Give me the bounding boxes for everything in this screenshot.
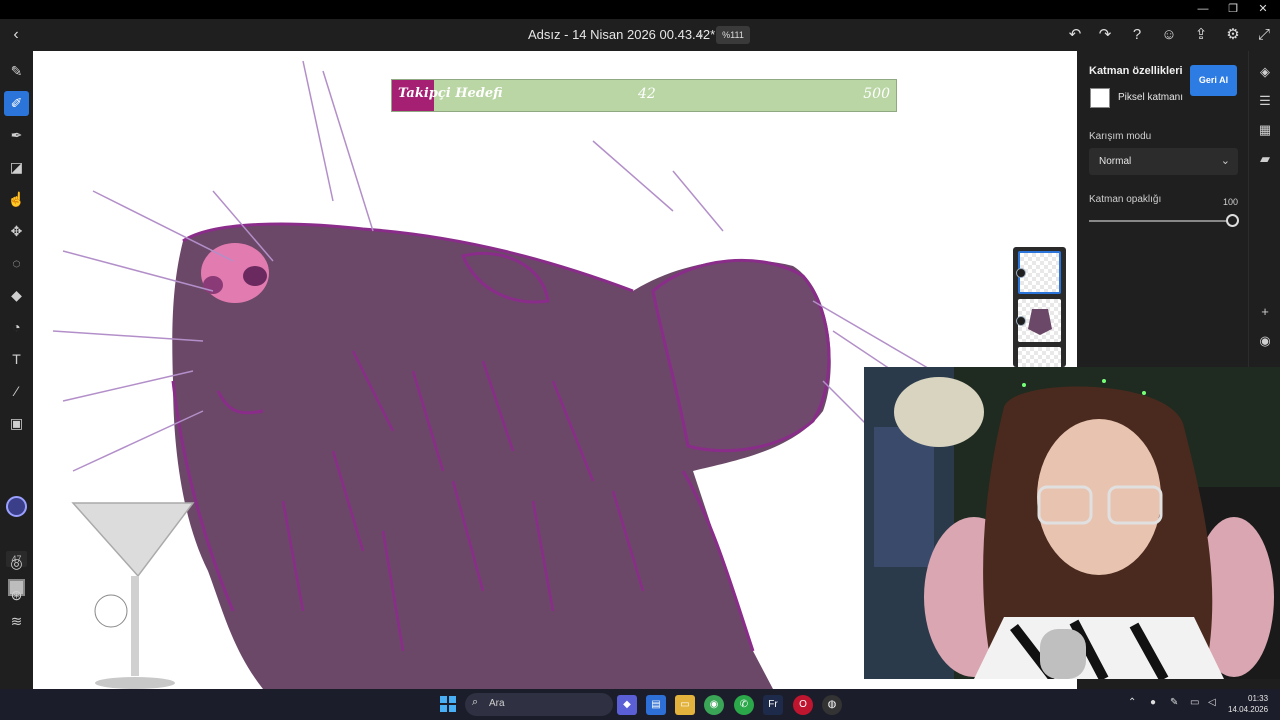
shape-tool-icon[interactable]: ◔: [4, 315, 29, 340]
blend-mode-value: Normal: [1099, 156, 1132, 167]
panel-title: Katman özellikleri: [1089, 65, 1183, 77]
help-icon[interactable]: ?: [1126, 24, 1148, 46]
undo-icon[interactable]: ↶: [1064, 24, 1086, 46]
smudge-tool-icon[interactable]: ☝: [4, 187, 29, 212]
blend-mode-label: Karışım modu: [1089, 131, 1152, 142]
eye-icon[interactable]: ◉: [1254, 330, 1276, 352]
tray-overflow-icon[interactable]: ⌃: [1128, 697, 1136, 708]
undo-button[interactable]: Geri Al: [1190, 65, 1237, 96]
zoom-level[interactable]: %111: [716, 26, 750, 44]
chevron-down-icon[interactable]: ⌄: [696, 27, 705, 40]
layer-properties-panel: Katman özellikleri Geri Al Piksel katman…: [1077, 51, 1248, 367]
brush-settings-icon[interactable]: ≋: [4, 609, 29, 634]
copilot-icon[interactable]: ◆: [617, 695, 637, 715]
opacity-slider-knob[interactable]: [1226, 214, 1239, 227]
pressure-icon[interactable]: ⊛: [4, 583, 29, 608]
layers-icon[interactable]: ◈: [1254, 61, 1276, 83]
search-placeholder: Ara: [489, 698, 505, 709]
chrome-icon[interactable]: ◉: [704, 695, 724, 715]
streamer-webcam-image: [864, 367, 1280, 679]
maximize-button[interactable]: ❐: [1218, 2, 1248, 17]
right-rail: ◈ ☰ ▦ ▰ + ◉: [1248, 51, 1280, 367]
settings-icon[interactable]: ⚙: [1222, 24, 1244, 46]
store-icon[interactable]: ▤: [646, 695, 666, 715]
adjustments-icon[interactable]: ☰: [1254, 90, 1276, 112]
whatsapp-icon[interactable]: ✆: [734, 695, 754, 715]
webcam-overlay: [864, 367, 1280, 679]
layer-type-swatch: [1090, 88, 1110, 108]
layer-opacity-label: Katman opaklığı: [1089, 194, 1162, 205]
screen: — ❐ ✕ ‹ Adsız - 14 Nisan 2026 00.43.42* …: [0, 0, 1280, 720]
stabilizer-icon[interactable]: ◎: [4, 551, 29, 576]
add-layer-icon[interactable]: +: [1254, 301, 1276, 323]
app-header: ‹ Adsız - 14 Nisan 2026 00.43.42* ⌄ %111…: [0, 19, 1280, 51]
layer-thumbnail[interactable]: [1018, 347, 1061, 367]
follower-goal-current: 42: [638, 86, 656, 102]
volume-icon[interactable]: ◁: [1208, 697, 1216, 708]
close-button[interactable]: ✕: [1248, 2, 1278, 17]
file-explorer-icon[interactable]: ▭: [675, 695, 695, 715]
left-toolbar: ✎ ✐ ✒ ◪ ☝ ✥ ◌ ◆ ◔ T ⁄ ▣ 47 ◎ ⊛ ≋: [0, 51, 33, 689]
text-tool-icon[interactable]: T: [4, 347, 29, 372]
blend-mode-select[interactable]: Normal ⌄: [1089, 148, 1238, 175]
clock[interactable]: 01:33 14.04.2026: [1228, 693, 1268, 715]
redo-icon[interactable]: ↷: [1094, 24, 1116, 46]
os-taskbar: ⌕ Ara ◆ ▤ ▭ ◉ ✆ Fr O ◍ ⌃ ● ✎ ▭ ◁ 01:33 1…: [0, 689, 1280, 720]
lasso-tool-icon[interactable]: ◌: [4, 251, 29, 276]
pen-tool-icon[interactable]: ✎: [4, 59, 29, 84]
search-icon: ⌕: [472, 696, 479, 708]
minimize-button[interactable]: —: [1188, 2, 1218, 17]
opera-icon[interactable]: O: [793, 695, 813, 715]
clock-date: 14.04.2026: [1228, 705, 1269, 714]
eraser-tool-icon[interactable]: ◪: [4, 155, 29, 180]
layers-strip: [1013, 247, 1066, 367]
clock-time: 01:33: [1248, 694, 1269, 703]
network-icon[interactable]: ▭: [1190, 697, 1199, 708]
eyedropper-tool-icon[interactable]: ⁄: [4, 379, 29, 404]
share-icon[interactable]: ⇪: [1190, 24, 1212, 46]
color-swatch[interactable]: [6, 496, 27, 517]
layer-visibility-dot[interactable]: [1016, 316, 1026, 326]
grid-icon[interactable]: ▦: [1254, 119, 1276, 141]
follower-goal-target: 500: [863, 86, 890, 102]
image-tool-icon[interactable]: ▣: [4, 411, 29, 436]
layer-opacity-value: 100: [1223, 197, 1239, 207]
account-icon[interactable]: ☺: [1158, 24, 1180, 46]
brush-tool-icon[interactable]: ✐: [4, 91, 29, 116]
document-title[interactable]: Adsız - 14 Nisan 2026 00.43.42*: [528, 27, 715, 42]
vector-tool-icon[interactable]: ✒: [4, 123, 29, 148]
fresco-app-icon[interactable]: Fr: [763, 695, 783, 715]
windows-start-icon[interactable]: [440, 696, 456, 712]
follower-goal-label: Takipçi Hedefi: [398, 86, 503, 101]
chevron-down-icon: ⌄: [1220, 155, 1230, 167]
layer-type-label: Piksel katmanı: [1118, 92, 1184, 103]
follower-goal-bar: Takipçi Hedefi 42 500: [391, 79, 897, 112]
fullscreen-icon[interactable]: ⤢: [1253, 24, 1275, 46]
opacity-slider-track[interactable]: [1089, 220, 1233, 222]
pen-icon[interactable]: ✎: [1170, 697, 1178, 708]
move-tool-icon[interactable]: ✥: [4, 219, 29, 244]
obs-icon[interactable]: ◍: [822, 695, 842, 715]
os-title-bar: — ❐ ✕: [0, 0, 1280, 19]
layer-visibility-dot[interactable]: [1016, 268, 1026, 278]
comment-icon[interactable]: ▰: [1254, 148, 1276, 170]
back-button[interactable]: ‹: [6, 25, 26, 45]
microphone-icon[interactable]: ●: [1150, 697, 1156, 708]
taskbar-search[interactable]: ⌕ Ara: [465, 693, 613, 716]
fill-tool-icon[interactable]: ◆: [4, 283, 29, 308]
